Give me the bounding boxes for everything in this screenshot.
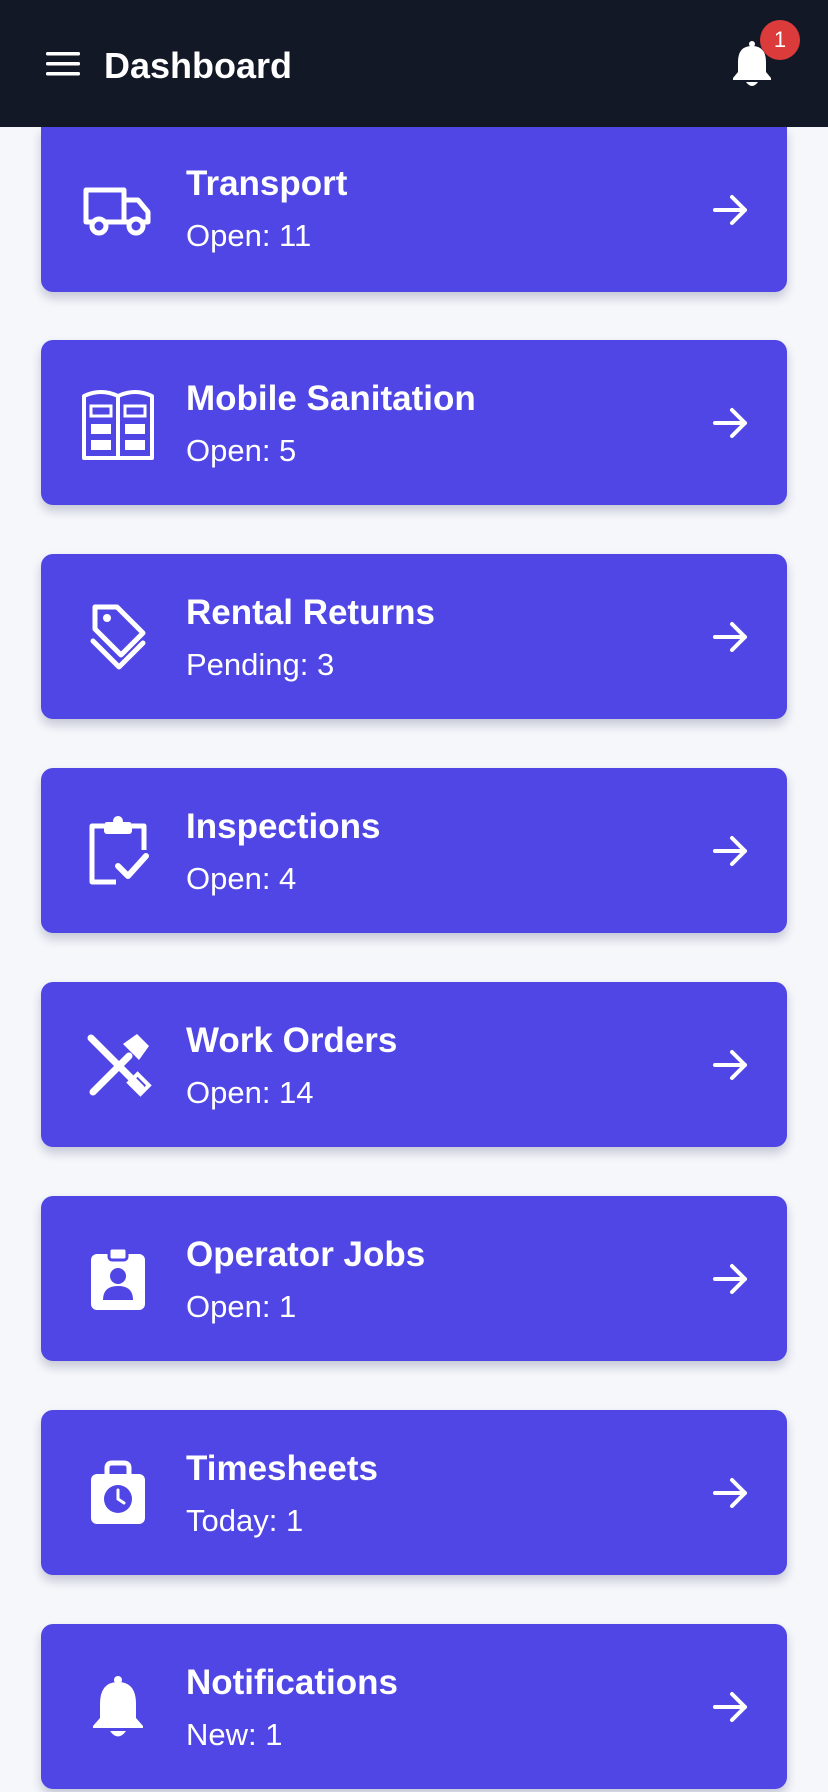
card-title: Work Orders: [186, 1021, 398, 1060]
card-title: Inspections: [186, 807, 381, 846]
bell-icon: [73, 1662, 163, 1752]
card-subtitle: Today: 1: [186, 1503, 304, 1538]
card-rental-returns[interactable]: Rental Returns Pending: 3: [41, 554, 787, 719]
card-title: Timesheets: [186, 1449, 378, 1488]
clock-bag-icon: [73, 1448, 163, 1538]
card-subtitle: Pending: 3: [186, 647, 335, 682]
card-inspections[interactable]: Inspections Open: 4: [41, 768, 787, 933]
card-title: Notifications: [186, 1663, 398, 1702]
card-title: Mobile Sanitation: [186, 379, 476, 418]
page-title: Dashboard: [104, 45, 293, 86]
arrow-right-icon: [711, 1687, 751, 1727]
truck-icon: [73, 165, 163, 255]
clipboard-check-icon: [73, 806, 163, 896]
arrow-right-icon: [711, 403, 751, 443]
card-title: Rental Returns: [186, 593, 435, 632]
arrow-right-icon: [711, 831, 751, 871]
card-subtitle: Open: 1: [186, 1289, 297, 1324]
card-subtitle: Open: 4: [186, 861, 297, 896]
card-title: Transport: [186, 164, 348, 203]
card-subtitle: Open: 11: [186, 218, 312, 253]
tags-icon: [73, 592, 163, 682]
card-transport[interactable]: Transport Open: 11: [41, 127, 787, 292]
card-title: Operator Jobs: [186, 1235, 426, 1274]
id-badge-icon: [73, 1234, 163, 1324]
arrow-right-icon: [711, 1473, 751, 1513]
card-timesheets[interactable]: Timesheets Today: 1: [41, 1410, 787, 1575]
card-subtitle: New: 1: [186, 1717, 283, 1752]
hamburger-menu-icon[interactable]: [42, 44, 86, 84]
notification-count-badge: 1: [760, 20, 800, 60]
card-notifications[interactable]: Notifications New: 1: [41, 1624, 787, 1789]
card-mobile-sanitation[interactable]: Mobile Sanitation Open: 5: [41, 340, 787, 505]
top-app-bar: Dashboard 1: [0, 0, 828, 127]
card-subtitle: Open: 14: [186, 1075, 314, 1110]
dashboard-content: Transport Open: 11 Mobile Sanitation Ope…: [0, 0, 828, 1792]
card-operator-jobs[interactable]: Operator Jobs Open: 1: [41, 1196, 787, 1361]
portable-toilet-icon: [73, 378, 163, 468]
tools-icon: [73, 1020, 163, 1110]
card-work-orders[interactable]: Work Orders Open: 14: [41, 982, 787, 1147]
arrow-right-icon: [711, 190, 751, 230]
arrow-right-icon: [711, 617, 751, 657]
card-subtitle: Open: 5: [186, 433, 297, 468]
arrow-right-icon: [711, 1259, 751, 1299]
arrow-right-icon: [711, 1045, 751, 1085]
